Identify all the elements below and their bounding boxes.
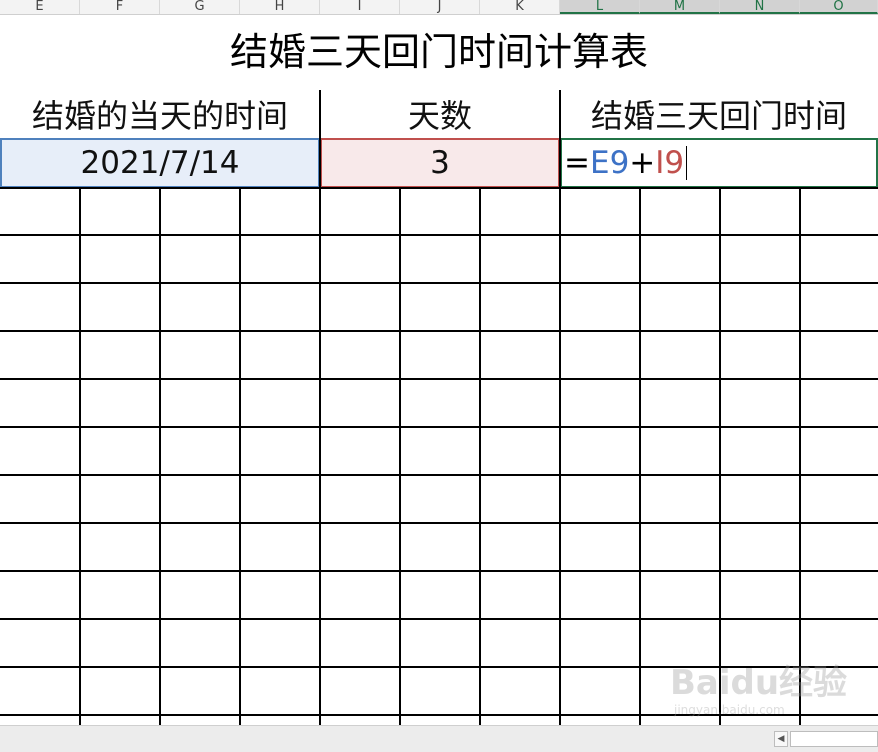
gridline-col [719, 188, 721, 725]
gridline-row [0, 426, 878, 428]
column-header-m[interactable]: M [640, 0, 720, 14]
table-title[interactable]: 结婚三天回门时间计算表 [0, 14, 878, 90]
gridline-col [639, 188, 641, 725]
gridline-col [159, 188, 161, 725]
column-header-h[interactable]: H [240, 0, 320, 14]
cell-days[interactable]: 3 [320, 138, 560, 188]
cell-return-date-formula[interactable]: = E9 + I9 [560, 138, 878, 188]
sheet-footer: ◀ [0, 725, 878, 752]
header-wedding-date[interactable]: 结婚的当天的时间 [0, 90, 320, 138]
scroll-left-icon[interactable]: ◀ [774, 731, 788, 747]
baidu-jingyan-watermark: Baidu经验 jingyan.baidu.com [670, 655, 870, 725]
formula-ref-e9: E9 [589, 145, 630, 181]
column-header-e[interactable]: E [0, 0, 80, 14]
column-header-bar: E F G H I J K L M N O [0, 0, 878, 15]
gridline-col [399, 188, 401, 725]
formula-equals: = [564, 145, 590, 181]
gridline-col [799, 188, 801, 725]
column-header-g[interactable]: G [160, 0, 240, 14]
gridline-row [0, 618, 878, 620]
column-header-j[interactable]: J [400, 0, 480, 14]
column-header-l[interactable]: L [560, 0, 640, 14]
text-cursor [686, 146, 688, 180]
formula-plus: + [629, 145, 656, 181]
gridline-row [0, 522, 878, 524]
watermark-logo: Baidu经验 [670, 663, 848, 703]
gridline-col [479, 188, 481, 725]
gridline-col [239, 188, 241, 725]
cell-wedding-date[interactable]: 2021/7/14 [0, 138, 320, 188]
gridline-row [0, 378, 878, 380]
gridline-row [0, 330, 878, 332]
header-days[interactable]: 天数 [320, 90, 560, 138]
gridline-row [0, 570, 878, 572]
gridline-col [559, 90, 561, 725]
gridline-col [319, 90, 321, 725]
sheet-grid: 结婚三天回门时间计算表 结婚的当天的时间 天数 结婚三天回门时间 2021/7/… [0, 14, 878, 725]
gridline-row [0, 282, 878, 284]
horizontal-scrollbar[interactable] [790, 731, 878, 747]
column-header-i[interactable]: I [320, 0, 400, 14]
formula-ref-i9: I9 [655, 145, 685, 181]
column-header-o[interactable]: O [800, 0, 878, 14]
gridline-col [79, 188, 81, 725]
column-header-f[interactable]: F [80, 0, 160, 14]
header-return-date[interactable]: 结婚三天回门时间 [560, 90, 878, 138]
gridline-row [0, 234, 878, 236]
gridline-row [0, 474, 878, 476]
column-header-k[interactable]: K [480, 0, 560, 14]
column-header-n[interactable]: N [720, 0, 800, 14]
watermark-url: jingyan.baidu.com [674, 703, 785, 717]
gridline-row [0, 187, 878, 189]
